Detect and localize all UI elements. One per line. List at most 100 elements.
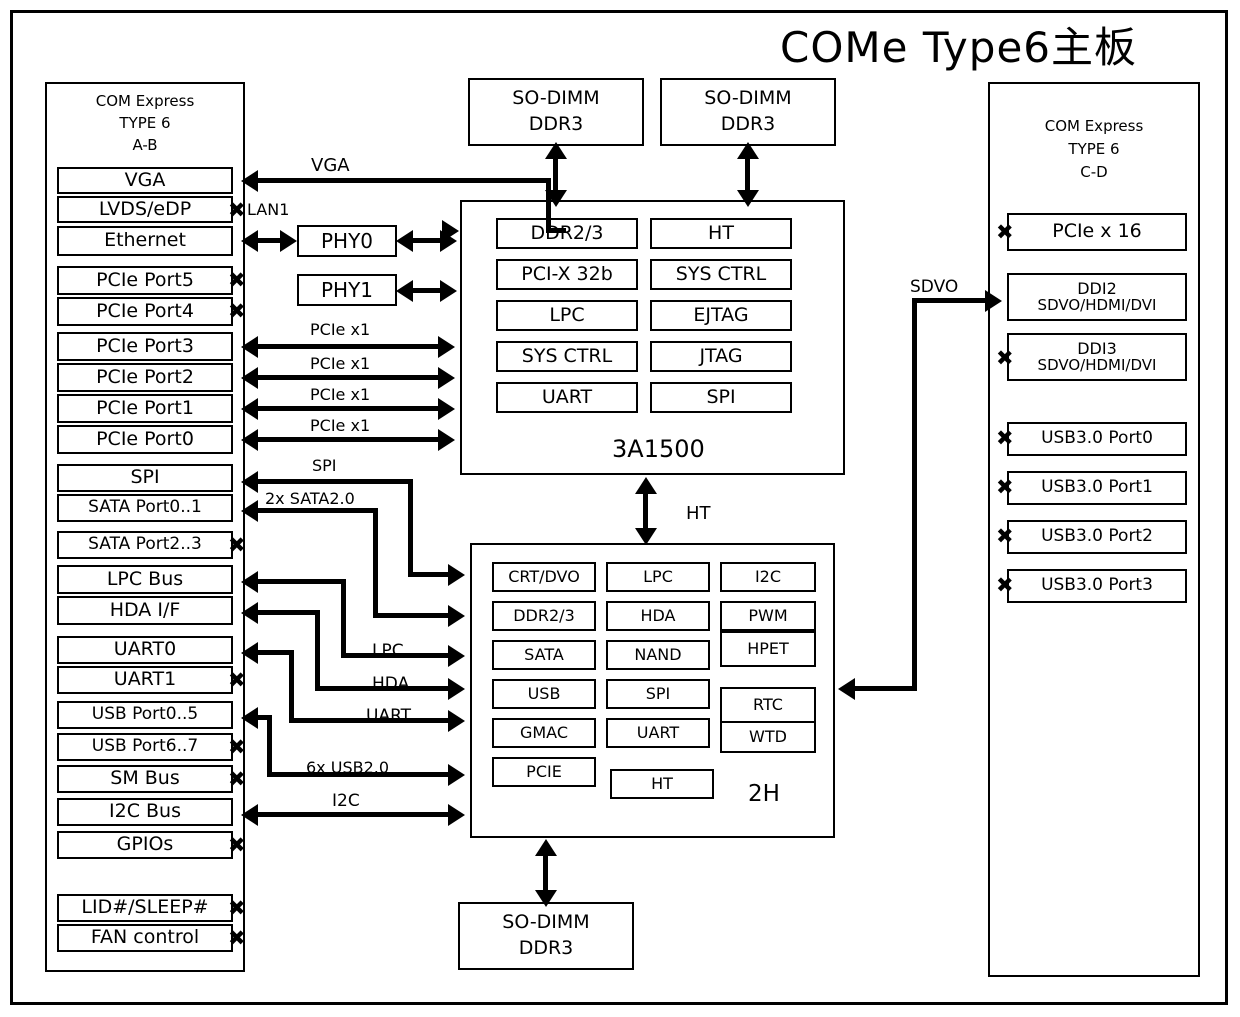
vga-line-h [258,178,551,183]
sb-block-lpc: LPC [606,562,710,592]
right-panel-header-line2: TYPE 6 [1068,140,1120,158]
left-item-sm-bus[interactable]: SM Bus [57,765,233,793]
left-item-hda-if[interactable]: HDA I/F [57,596,233,625]
hda-arrow-left [241,602,258,624]
cpu-block-pci-x-32b: PCI-X 32b [496,259,638,290]
right-panel-header-line1: COM Express [1044,117,1144,135]
right-item-usb30-port1[interactable]: USB3.0 Port1 [1007,471,1187,505]
usb-line-v [267,715,272,777]
pcie-lane2-line [258,375,440,380]
spi-line-h1 [258,479,413,484]
left-item-lid-sleep[interactable]: LID#/SLEEP# [57,894,233,922]
left-item-sata-port01[interactable]: SATA Port0..1 [57,494,233,522]
left-item-pcie-port0[interactable]: PCIe Port0 [57,425,233,454]
pcie-lane0-arrow-right [438,429,455,451]
right-item-ddi2[interactable]: DDI2 SDVO/HDMI/DVI [1007,273,1187,321]
left-item-pcie-port0-label: PCIe Port0 [96,427,194,450]
i2c-line [258,812,450,817]
lpc-arrow-left [241,571,258,593]
left-item-uart1[interactable]: UART1 [57,666,233,694]
right-item-usb30-port2-label: USB3.0 Port2 [1041,526,1153,547]
left-item-lvds-edp[interactable]: LVDS/eDP [57,196,233,223]
sb-block-pwm: PWM [720,601,816,631]
right-item-usb30-port2[interactable]: USB3.0 Port2 [1007,520,1187,554]
left-item-pcie-port5[interactable]: PCIe Port5 [57,266,233,295]
left-item-pcie-port3-label: PCIe Port3 [96,334,194,357]
sb-block-gmac: GMAC [492,718,596,748]
right-item-pcie-x16[interactable]: PCIe x 16 [1007,213,1187,251]
vga-arrowhead [241,170,258,192]
left-item-pcie-port3[interactable]: PCIe Port3 [57,332,233,361]
pcie-lane3-line [258,344,440,349]
sb-block-uart: UART [606,718,710,748]
left-item-pcie-port1[interactable]: PCIe Port1 [57,394,233,423]
cpu-block-ddr23-label: DDR2/3 [530,221,604,244]
usb-arrow-right [448,764,465,786]
sodimm-bottom-arrow-up [535,839,557,856]
left-item-usb-port67-x-icon: ✖ [228,735,246,759]
sb-block-ddr23-label: DDR2/3 [513,605,575,625]
pcie-lane2-arrow-left [241,367,258,389]
cpu-block-lpc: LPC [496,300,638,331]
right-item-ddi2-line1: DDI2 [1077,278,1117,298]
left-item-gpios-label: GPIOs [116,833,174,856]
spi-bus-label: SPI [312,456,337,475]
left-item-lpc-bus-label: LPC Bus [106,567,184,590]
sb-block-spi-label: SPI [645,683,671,703]
right-item-usb30-port0[interactable]: USB3.0 Port0 [1007,422,1187,456]
left-item-vga-label: VGA [124,168,166,191]
uart-line-v [289,650,294,723]
left-item-pcie-port4-label: PCIe Port4 [96,299,194,322]
left-item-spi[interactable]: SPI [57,464,233,492]
pcie-lane3-label: PCIe x1 [310,320,371,339]
right-item-ddi3[interactable]: DDI3 SDVO/HDMI/DVI [1007,333,1187,381]
phy0-cpu-arrow-right [440,230,457,252]
left-panel-header-line3: A-B [132,136,158,154]
sb-block-hpet-label: HPET [747,638,789,658]
left-item-lpc-bus[interactable]: LPC Bus [57,565,233,594]
ht-arrow-up [635,477,657,494]
cpu-block-sys-ctrl-2: SYS CTRL [650,259,792,290]
sata-bus-label: 2x SATA2.0 [265,489,355,508]
phy1-cpu-line [412,288,440,293]
sb-block-crt-dvo-label: CRT/DVO [508,566,580,586]
lpc-arrow-right [448,645,465,667]
left-item-pcie-port4[interactable]: PCIe Port4 [57,297,233,326]
sb-block-nand: NAND [606,640,710,670]
left-item-fan-control-x-icon: ✖ [228,926,246,950]
sb-block-rtc-label: RTC [753,694,783,714]
sb-block-wtd: WTD [720,721,816,753]
right-item-usb30-port3-x-icon: ✖ [996,573,1014,597]
hda-arrow-right [448,678,465,700]
left-item-fan-control[interactable]: FAN control [57,924,233,952]
usb-arrow-left [241,707,258,729]
left-item-pcie-port2[interactable]: PCIe Port2 [57,363,233,392]
right-item-usb30-port1-label: USB3.0 Port1 [1041,477,1153,498]
left-item-sata-port23-label: SATA Port2..3 [88,534,202,555]
left-item-gpios[interactable]: GPIOs [57,831,233,859]
left-item-vga[interactable]: VGA [57,167,233,194]
cpu-3a1500-name: 3A1500 [612,435,705,463]
left-item-spi-label: SPI [130,466,160,489]
left-item-usb-port05[interactable]: USB Port0..5 [57,701,233,729]
sata-arrow-right [448,605,465,627]
left-item-ethernet[interactable]: Ethernet [57,226,233,256]
vga-bus-label: VGA [311,155,350,176]
left-item-uart0[interactable]: UART0 [57,636,233,664]
left-item-i2c-bus[interactable]: I2C Bus [57,798,233,826]
right-item-usb30-port3[interactable]: USB3.0 Port3 [1007,569,1187,603]
left-item-usb-port05-label: USB Port0..5 [91,704,199,725]
pcie-lane0-label: PCIe x1 [310,416,371,435]
spi-line-h2 [408,572,450,577]
left-item-pcie-port5-label: PCIe Port5 [96,268,194,291]
left-item-usb-port67[interactable]: USB Port6..7 [57,733,233,761]
left-item-sata-port23[interactable]: SATA Port2..3 [57,531,233,559]
left-item-pcie-port4-x-icon: ✖ [228,299,246,323]
sb-block-usb: USB [492,679,596,709]
sodimm-tl-arrow-down [545,190,567,207]
pcie-lane1-label: PCIe x1 [310,385,371,404]
uart-arrow-right [448,710,465,732]
sb-block-i2c: I2C [720,562,816,592]
left-item-fan-control-label: FAN control [90,926,200,949]
hda-bus-label: HDA [372,674,410,694]
